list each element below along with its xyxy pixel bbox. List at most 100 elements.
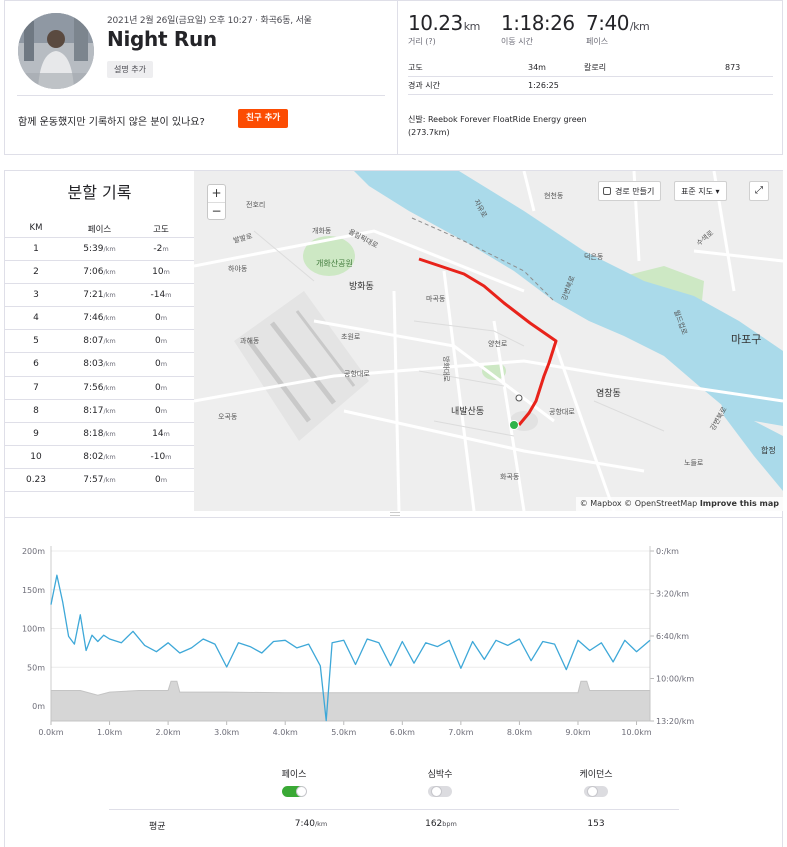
split-row[interactable]: 2 7:06/km 10m bbox=[5, 261, 194, 285]
osm-link[interactable]: © OpenStreetMap bbox=[624, 499, 697, 508]
avatar[interactable] bbox=[18, 13, 94, 89]
zoom-out-button[interactable]: − bbox=[208, 202, 225, 219]
calories-value: 873 bbox=[725, 63, 741, 72]
y-right-tick-label: 10:00/km bbox=[656, 675, 694, 684]
average-heartrate: 162bpm bbox=[425, 819, 457, 829]
add-description-button[interactable]: 설명 추가 bbox=[107, 61, 153, 78]
map-style-select[interactable]: 표준 지도 ▾ bbox=[674, 181, 727, 201]
legend-cadence[interactable]: 케이던스 bbox=[551, 767, 641, 797]
map-label: 덕은동 bbox=[584, 252, 604, 261]
zoom-in-button[interactable]: + bbox=[208, 185, 225, 202]
split-elev: -2m bbox=[153, 244, 169, 254]
chart-canvas[interactable]: 200m 150m 100m 50m 0m 0:/km 3:20/km 6:40/km 10:0… bbox=[5, 521, 784, 751]
divider bbox=[408, 94, 773, 95]
split-row[interactable]: 9 8:18/km 14m bbox=[5, 423, 194, 446]
x-tick-label: 9.0km bbox=[565, 728, 590, 737]
y-left-tick-label: 0m bbox=[32, 702, 45, 711]
split-row[interactable]: 5 8:07/km 0m bbox=[5, 330, 194, 354]
resize-handle[interactable] bbox=[390, 512, 400, 516]
cadence-toggle[interactable] bbox=[584, 786, 608, 797]
map-label: 오곡동 bbox=[218, 413, 238, 421]
calories-label: 칼로리 bbox=[584, 63, 607, 72]
route-map[interactable]: 전호리 개화동 하야동 개화산공원 방화동 마곡동 과해동 초원로 공항대로 양… bbox=[194, 171, 783, 511]
heartrate-toggle[interactable] bbox=[428, 786, 452, 797]
split-km: 6 bbox=[33, 359, 39, 370]
fullscreen-icon[interactable]: ⤢ bbox=[749, 181, 769, 201]
toggle-knob bbox=[296, 786, 307, 797]
map-label: 마곡동 bbox=[426, 294, 446, 303]
split-elev: 14m bbox=[152, 428, 170, 439]
split-row[interactable]: 10 8:02/km -10m bbox=[5, 446, 194, 469]
distance-label[interactable]: 거리 (?) bbox=[408, 36, 480, 47]
zoom-control: + − bbox=[207, 184, 226, 220]
map-label: 개화산공원 bbox=[316, 258, 353, 268]
map-label: 공항대로 bbox=[549, 407, 575, 416]
splits-header: KM 페이스 고도 bbox=[5, 219, 194, 238]
split-elev: 0m bbox=[154, 405, 168, 416]
legend-pace[interactable]: 페이스 bbox=[249, 767, 339, 797]
distance-value: 10.23 bbox=[408, 11, 463, 35]
map-label: 하야동 bbox=[228, 264, 248, 273]
x-tick-label: 4.0km bbox=[273, 728, 298, 737]
split-row[interactable]: 7 7:56/km 0m bbox=[5, 377, 194, 400]
y-right-tick-label: 0:/km bbox=[656, 547, 679, 556]
split-pace: 7:56/km bbox=[83, 382, 116, 393]
split-row[interactable]: 3 7:21/km -14m bbox=[5, 284, 194, 308]
stat-distance: 10.23km 거리 (?) bbox=[408, 11, 480, 47]
split-row[interactable]: 4 7:46/km 0m bbox=[5, 307, 194, 331]
create-route-button[interactable]: 경로 만들기 bbox=[598, 181, 662, 201]
splits-title: 분할 기록 bbox=[67, 183, 132, 202]
split-km: 0.23 bbox=[25, 474, 47, 485]
chart-legend: 페이스 심박수 케이던스 평균 7:40/km 162bpm 153 bbox=[109, 767, 679, 847]
splits-table: 1 5:39/km -2m 2 7:06/km 10m 3 7:21/km -14m 4 7:46/… bbox=[5, 238, 194, 493]
pace-toggle[interactable] bbox=[282, 786, 307, 797]
x-tick-label: 2.0km bbox=[156, 728, 181, 737]
split-pace: 8:03/km bbox=[83, 359, 116, 370]
split-elev: 0m bbox=[154, 336, 168, 347]
analysis-chart[interactable]: 200m 150m 100m 50m 0m 0:/km 3:20/km 6:40/km 10:0… bbox=[5, 521, 784, 751]
legend-pace-label: 페이스 bbox=[281, 770, 307, 780]
split-row[interactable]: 0.23 7:57/km 0m bbox=[5, 469, 194, 493]
shoes-info: 신발: Reebok Forever FloatRide Energy gree… bbox=[408, 115, 587, 137]
split-pace: 8:17/km bbox=[83, 405, 116, 416]
split-pace: 8:18/km bbox=[83, 428, 116, 439]
map-label: 염창동 bbox=[596, 388, 621, 399]
map-label: 내발산동 bbox=[451, 406, 484, 417]
split-km: 10 bbox=[30, 451, 42, 462]
activity-datetime: 2021년 2월 26일(금요일) 오후 10:27 · 화곡6동, 서울 bbox=[107, 16, 312, 26]
split-km: 1 bbox=[33, 244, 39, 254]
elapsed-label: 경과 시간 bbox=[408, 81, 440, 90]
pace-label: 페이스 bbox=[586, 37, 609, 46]
mapbox-link[interactable]: © Mapbox bbox=[580, 499, 622, 508]
map-label: 개화동 bbox=[312, 226, 332, 235]
add-friend-button[interactable]: 친구 추가 bbox=[238, 109, 289, 128]
average-label: 평균 bbox=[149, 822, 166, 832]
elevation-label: 고도 bbox=[408, 63, 423, 72]
map-label: 현천동 bbox=[544, 191, 564, 200]
splits-header-elev: 고도 bbox=[153, 225, 169, 235]
split-km: 5 bbox=[33, 336, 39, 347]
split-row[interactable]: 1 5:39/km -2m bbox=[5, 238, 194, 262]
x-tick-label: 0.0km bbox=[38, 728, 63, 737]
friend-question: 함께 운동했지만 기록하지 않은 분이 있나요? bbox=[18, 117, 205, 128]
split-row[interactable]: 6 8:03/km 0m bbox=[5, 353, 194, 377]
legend-heartrate[interactable]: 심박수 bbox=[395, 767, 485, 797]
split-row[interactable]: 8 8:17/km 0m bbox=[5, 400, 194, 423]
split-elev: -10m bbox=[150, 451, 172, 462]
map-label: 초원로 bbox=[341, 332, 361, 341]
map-label: 전호리 bbox=[246, 200, 265, 209]
split-pace: 8:07/km bbox=[83, 336, 116, 347]
split-km: 4 bbox=[33, 313, 39, 324]
y-right-tick-label: 3:20/km bbox=[656, 590, 689, 599]
x-tick-label: 5.0km bbox=[331, 728, 356, 737]
x-tick-label: 7.0km bbox=[448, 728, 473, 737]
x-tick-label: 10.0km bbox=[621, 728, 651, 737]
divider bbox=[17, 95, 385, 96]
stat-moving-time: 1:18:26 이동 시간 bbox=[501, 11, 575, 47]
toggle-knob bbox=[587, 786, 598, 797]
improve-map-link[interactable]: Improve this map bbox=[700, 499, 779, 508]
x-tick-label: 1.0km bbox=[97, 728, 122, 737]
split-km: 2 bbox=[33, 267, 39, 278]
y-right-tick-label: 6:40/km bbox=[656, 632, 689, 641]
map-canvas[interactable]: 전호리 개화동 하야동 개화산공원 방화동 마곡동 과해동 초원로 공항대로 양… bbox=[194, 171, 783, 511]
